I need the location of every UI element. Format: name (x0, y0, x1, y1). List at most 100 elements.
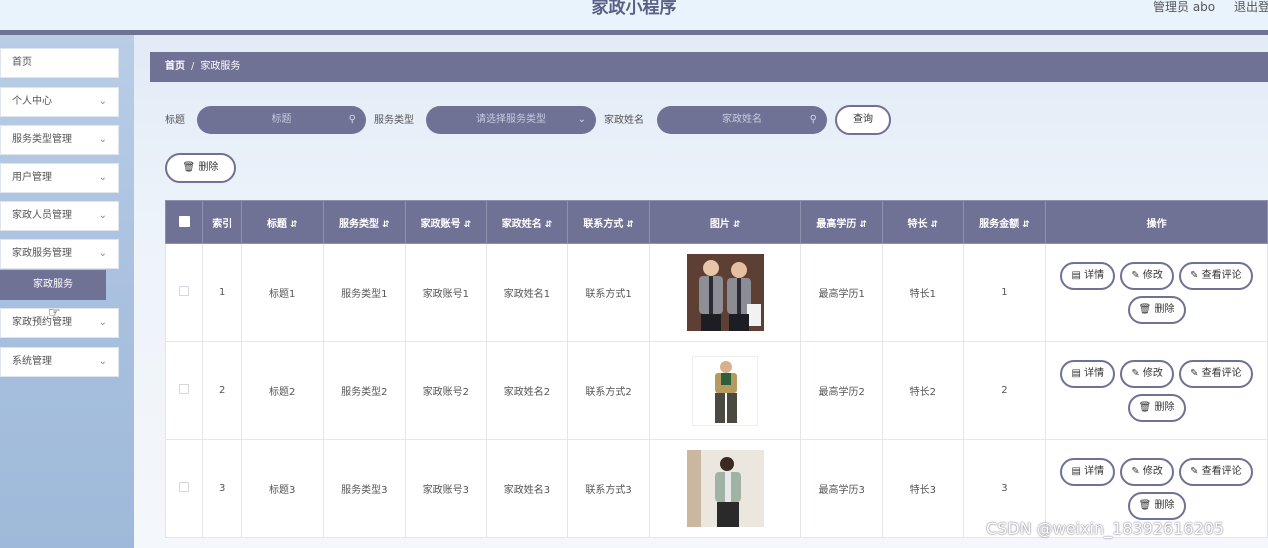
pencil-icon: ✎ (1131, 367, 1140, 379)
cell-staff-name: 家政姓名1 (485, 243, 569, 342)
title-search-input[interactable]: 标题 ⚲ (197, 106, 366, 134)
sort-icon[interactable]: ⇵ (733, 220, 741, 230)
chevron-down-icon: ⌄ (98, 356, 107, 367)
edit-button[interactable]: ✎ 修改 (1120, 359, 1174, 388)
column-header-education[interactable]: 最高学历 ⇵ (800, 200, 883, 244)
admin-user-label: 管理员 abo (1153, 0, 1216, 14)
sort-icon[interactable]: ⇵ (859, 220, 867, 230)
sidebar-item-users[interactable]: 用户管理 ⌄ (0, 163, 119, 193)
trash-icon: 🗑 (1138, 303, 1152, 315)
delete-button[interactable]: 🗑 删除 (1127, 393, 1186, 422)
row-checkbox[interactable] (164, 341, 204, 440)
query-button[interactable]: 查询 (835, 105, 891, 135)
sidebar-item-label: 个人中心 (12, 96, 52, 107)
column-header-staff-name[interactable]: 家政姓名 ⇵ (485, 200, 569, 244)
column-header-service-type[interactable]: 服务类型 ⇵ (322, 200, 407, 244)
sidebar-subitem-home-service[interactable]: 家政服务 (0, 270, 106, 300)
edit-label: 修改 (1142, 269, 1163, 281)
cell-service-type: 服务类型1 (322, 243, 407, 342)
detail-button[interactable]: ▤ 详情 (1060, 359, 1116, 388)
sort-icon[interactable]: ⇵ (290, 220, 298, 230)
cell-amount: 1 (962, 243, 1047, 342)
staff-photo[interactable] (686, 254, 764, 331)
chevron-down-icon: ⌄ (577, 114, 586, 125)
cell-actions: ▤ 详情 ✎ 修改 ✎ 查看评论 🗑 删除 (1045, 341, 1268, 440)
staff-name-search-input[interactable]: 家政姓名 ⚲ (657, 106, 827, 134)
detail-label: 详情 (1084, 269, 1105, 281)
column-header-index: 索引 (202, 200, 242, 244)
delete-label: 删除 (1154, 499, 1175, 511)
trash-icon: 🗑 (1138, 499, 1152, 511)
view-comments-button[interactable]: ✎ 查看评论 (1179, 457, 1253, 486)
cell-title: 标题2 (240, 341, 324, 440)
row-checkbox[interactable] (164, 243, 204, 342)
edit-button[interactable]: ✎ 修改 (1120, 261, 1174, 290)
sort-icon[interactable]: ⇵ (382, 220, 390, 230)
view-comments-button[interactable]: ✎ 查看评论 (1179, 261, 1253, 290)
header-label: 标题 (266, 218, 287, 230)
staff-photo[interactable] (686, 450, 764, 527)
comments-label: 查看评论 (1201, 465, 1242, 477)
select-all-checkbox[interactable] (164, 200, 204, 244)
chevron-down-icon: ⌄ (98, 210, 107, 221)
detail-button[interactable]: ▤ 详情 (1060, 261, 1116, 290)
delete-button[interactable]: 🗑 删除 (1127, 491, 1186, 520)
row-checkbox[interactable] (164, 439, 204, 538)
cell-specialty: 特长3 (881, 439, 964, 538)
column-header-contact[interactable]: 联系方式 ⇵ (567, 200, 650, 244)
column-header-specialty[interactable]: 特长 ⇵ (881, 200, 964, 244)
breadcrumb-current: 家政服务 (200, 61, 241, 72)
sidebar-item-staff[interactable]: 家政人员管理 ⌄ (0, 201, 119, 231)
header-label: 家政账号 (420, 218, 461, 230)
detail-button[interactable]: ▤ 详情 (1060, 457, 1116, 486)
sidebar-item-system[interactable]: 系统管理 ⌄ (0, 347, 119, 377)
bulk-delete-button[interactable]: 🗑 删除 (165, 153, 236, 183)
pencil-icon: ✎ (1190, 367, 1199, 379)
cell-actions: ▤ 详情 ✎ 修改 ✎ 查看评论 🗑 删除 (1045, 243, 1268, 342)
cell-account: 家政账号1 (405, 243, 487, 342)
column-header-amount[interactable]: 服务金额 ⇵ (962, 200, 1047, 244)
cell-staff-name: 家政姓名2 (485, 341, 569, 440)
document-icon: ▤ (1071, 269, 1081, 281)
top-bar: 家政小程序 管理员 abo 退出登 (0, 0, 1268, 30)
cell-contact: 联系方式2 (567, 341, 650, 440)
detail-label: 详情 (1084, 465, 1105, 477)
cell-image (648, 439, 802, 538)
column-header-account[interactable]: 家政账号 ⇵ (405, 200, 487, 244)
cell-specialty: 特长1 (881, 243, 964, 342)
cell-education: 最高学历1 (800, 243, 883, 342)
trash-icon: 🗑 (1138, 401, 1152, 413)
breadcrumb-home[interactable]: 首页 (165, 61, 185, 72)
logout-link[interactable]: 退出登 (1234, 0, 1268, 14)
edit-button[interactable]: ✎ 修改 (1120, 457, 1174, 486)
staff-name-placeholder: 家政姓名 (722, 114, 762, 125)
service-type-select[interactable]: 请选择服务类型 ⌄ (426, 106, 596, 134)
sidebar-item-service-types[interactable]: 服务类型管理 ⌄ (0, 125, 119, 155)
column-header-title[interactable]: 标题 ⇵ (240, 200, 324, 244)
title-filter-label: 标题 (165, 115, 185, 126)
sort-icon[interactable]: ⇵ (464, 220, 472, 230)
service-type-placeholder: 请选择服务类型 (476, 114, 546, 125)
header-label: 服务金额 (979, 218, 1020, 230)
view-comments-button[interactable]: ✎ 查看评论 (1179, 359, 1253, 388)
staff-photo[interactable] (692, 355, 759, 426)
breadcrumb-separator: / (191, 61, 195, 72)
column-header-image[interactable]: 图片 ⇵ (648, 200, 802, 244)
sidebar-item-services[interactable]: 家政服务管理 ⌄ (0, 239, 119, 269)
detail-label: 详情 (1084, 367, 1105, 379)
sort-icon[interactable]: ⇵ (545, 220, 553, 230)
delete-button[interactable]: 🗑 删除 (1127, 295, 1186, 324)
cell-staff-name: 家政姓名3 (485, 439, 569, 538)
pencil-icon: ✎ (1131, 269, 1140, 281)
sort-icon[interactable]: ⇵ (626, 220, 634, 230)
document-icon: ▤ (1071, 367, 1081, 379)
sort-icon[interactable]: ⇵ (1022, 220, 1030, 230)
header-label: 操作 (1146, 218, 1167, 230)
sort-icon[interactable]: ⇵ (931, 220, 939, 230)
cell-title: 标题3 (240, 439, 324, 538)
cell-index: 2 (202, 341, 242, 440)
services-table: 索引 标题 ⇵ 服务类型 ⇵ 家政账号 ⇵ 家政姓名 ⇵ 联系方式 ⇵ 图片 ⇵ 最高学历 ⇵… (164, 200, 1268, 538)
sidebar-item-home[interactable]: 首页 (0, 48, 119, 78)
sidebar-item-personal-center[interactable]: 个人中心 ⌄ (0, 87, 119, 117)
search-icon: ⚲ (809, 114, 817, 125)
